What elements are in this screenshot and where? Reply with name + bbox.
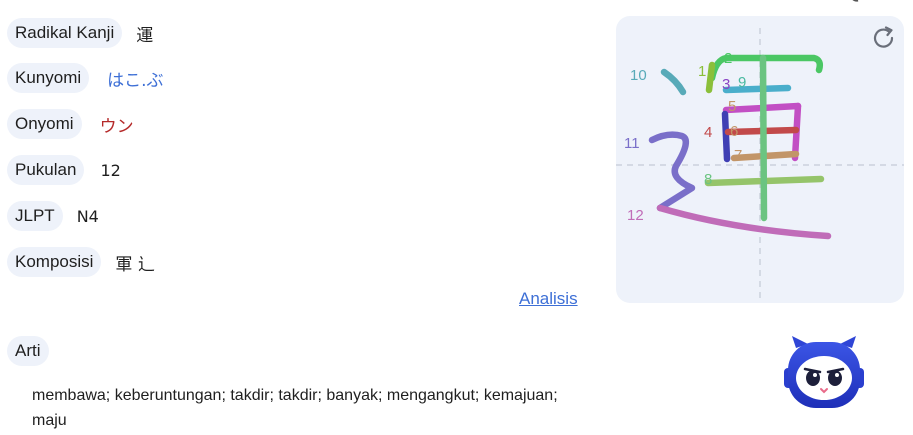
stroke-number-2: 2 [724,50,732,67]
analisis-link[interactable]: Analisis [519,289,578,309]
stroke-number-10: 10 [630,67,647,84]
top-right-icons[interactable] [846,0,906,6]
stroke-number-12: 12 [627,207,644,224]
komposisi-value[interactable]: 軍 辶 [115,250,154,275]
row-jlpt: JLPT N4 [7,201,99,231]
arti-label: Arti [7,336,49,366]
stroke-number-8: 8 [704,171,712,188]
jlpt-label: JLPT [7,201,63,231]
stroke-number-6: 6 [730,123,738,140]
row-onyomi: Onyomi ウン [7,109,134,139]
row-komposisi: Komposisi 軍 辶 [7,247,155,277]
onyomi-value[interactable]: ウン [100,112,134,137]
refresh-icon[interactable] [870,24,898,52]
stroke-4 [721,110,731,163]
radikal-label: Radikal Kanji [7,18,123,48]
stroke-9 [759,54,768,222]
stroke-3 [722,84,792,94]
pukulan-value: 12 [100,160,121,180]
row-pukulan: Pukulan 12 [7,155,121,185]
stroke-number-7: 7 [734,147,742,164]
meaning-text: membawa; keberuntungan; takdir; takdir; … [32,387,558,429]
komposisi-label: Komposisi [7,247,102,277]
radikal-value[interactable]: 運 [136,21,153,46]
stroke-12 [656,204,832,240]
pukulan-label: Pukulan [7,155,85,185]
stroke-number-3: 3 [722,76,730,93]
onyomi-label: Onyomi [7,109,82,139]
stroke-number-1: 1 [698,63,706,80]
stroke-number-5: 5 [728,98,736,115]
row-radikal: Radikal Kanji 運 [7,18,153,48]
mascot-robot-icon[interactable] [776,334,872,412]
kunyomi-value[interactable]: はこ.ぶ [107,66,163,91]
stroke-10 [660,68,687,96]
stroke-number-4: 4 [704,124,712,141]
stroke-order-panel[interactable]: 10 1 2 3 9 5 4 6 7 8 11 12 [616,16,904,303]
row-arti: Arti [7,336,49,366]
stroke-1 [705,61,716,94]
stroke-number-9: 9 [738,74,746,91]
kunyomi-label: Kunyomi [7,63,90,93]
stroke-11 [648,131,696,212]
stroke-number-11: 11 [624,135,640,152]
stroke-order-diagram: 10 1 2 3 9 5 4 6 7 8 11 12 [616,28,904,303]
row-kunyomi: Kunyomi はこ.ぶ [7,63,164,93]
jlpt-value: N4 [76,206,99,226]
